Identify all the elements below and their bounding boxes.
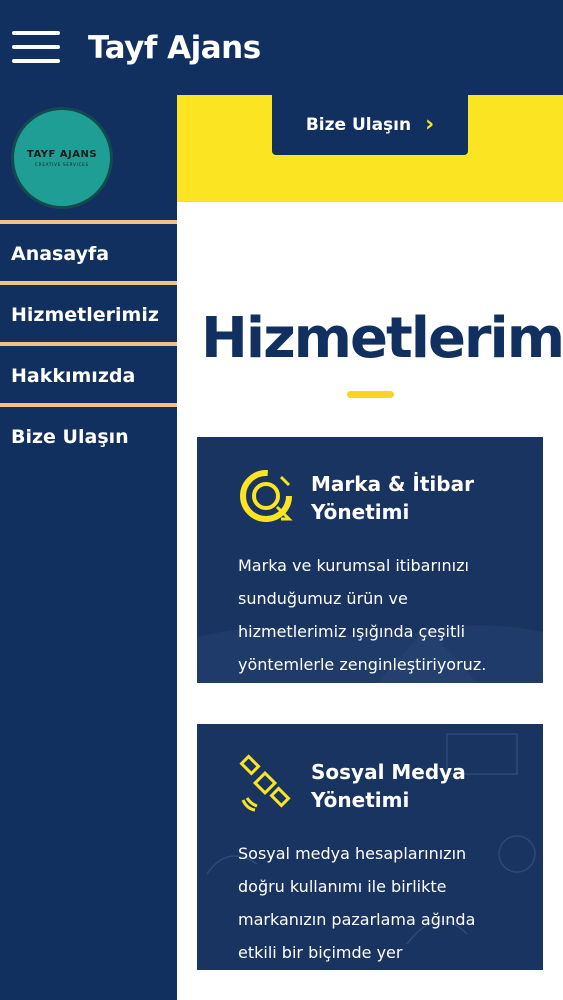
hamburger-menu-icon[interactable]: [12, 31, 60, 63]
nav-item-hakkimizda[interactable]: Hakkımızda: [0, 342, 177, 403]
services-section: Hizmetlerimiz Marka & İtibar Yönetimi Ma…: [177, 202, 563, 1000]
title-underline: [347, 391, 394, 398]
app-title: Tayf Ajans: [88, 30, 261, 66]
navigation-drawer: TAYF AJANS CREATIVE SERVICES Anasayfa Hi…: [0, 95, 177, 1000]
satellite-icon: [239, 754, 291, 812]
page-title: Hizmetlerimiz: [201, 306, 563, 371]
cta-label: Bize Ulaşın: [305, 115, 412, 135]
drawer-nav: Anasayfa Hizmetlerimiz Hakkımızda Bize U…: [0, 220, 177, 464]
logo-wordmark: TAYF AJANS: [26, 148, 98, 160]
nav-item-bize-ulasin[interactable]: Bize Ulaşın: [0, 403, 177, 464]
card-title: Marka & İtibar Yönetimi: [311, 472, 474, 524]
card-description: Sosyal medya hesaplarınızın doğru kullan…: [238, 844, 476, 962]
brand-reputation-icon: [240, 470, 293, 522]
contact-cta-button[interactable]: Bize Ulaşın ›: [272, 95, 468, 155]
logo-tagline: CREATIVE SERVICES: [35, 161, 89, 167]
service-card[interactable]: Marka & İtibar Yönetimi Marka ve kurumsa…: [197, 437, 543, 683]
logo[interactable]: TAYF AJANS CREATIVE SERVICES: [11, 107, 113, 209]
chevron-right-icon: ›: [425, 112, 435, 137]
service-card[interactable]: Sosyal Medya Yönetimi Sosyal medya hesap…: [197, 724, 543, 970]
nav-item-anasayfa[interactable]: Anasayfa: [0, 220, 177, 281]
app-bar: Tayf Ajans: [0, 0, 563, 95]
nav-item-hizmetlerimiz[interactable]: Hizmetlerimiz: [0, 281, 177, 342]
card-description: Marka ve kurumsal itibarınızı sunduğumuz…: [238, 556, 487, 674]
card-title: Sosyal Medya Yönetimi: [311, 760, 466, 812]
